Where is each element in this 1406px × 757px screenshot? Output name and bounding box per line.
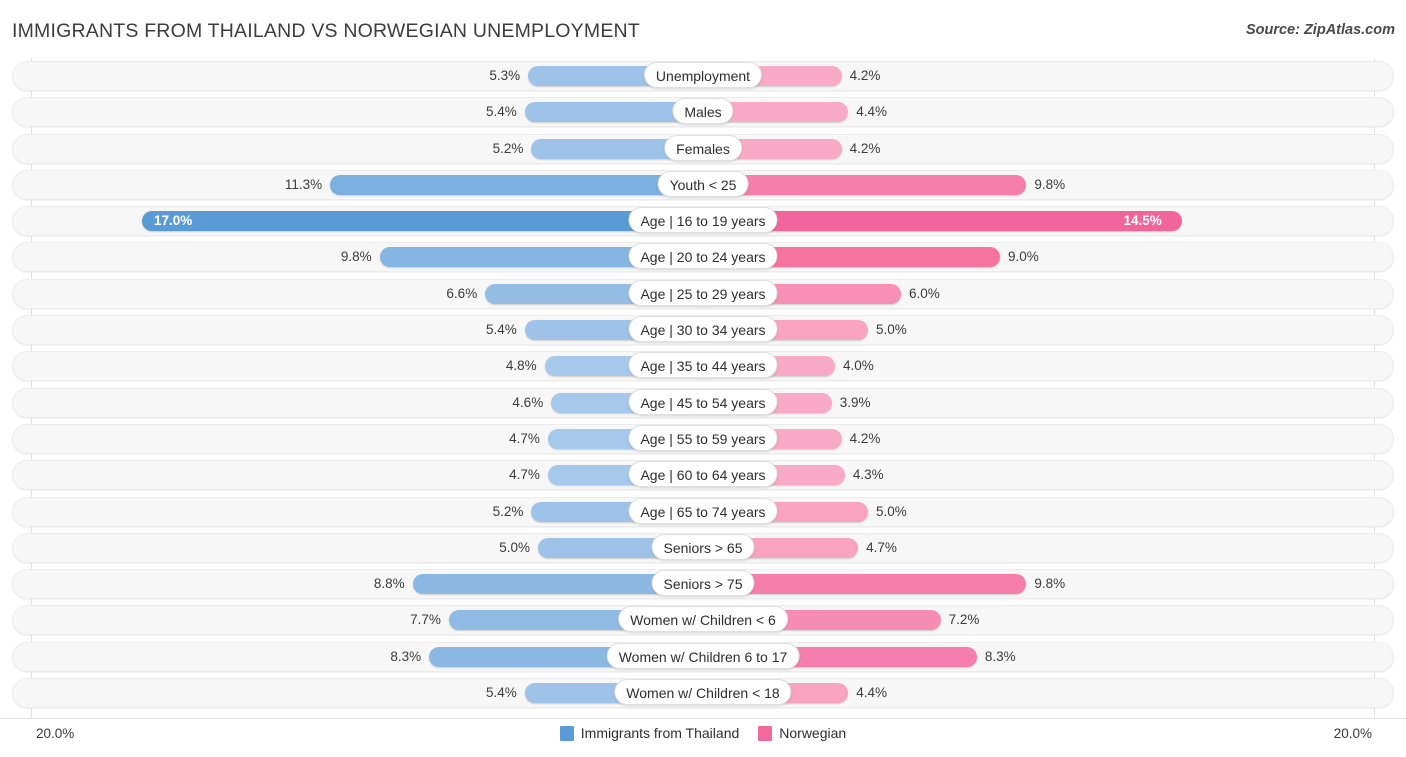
bar-row: 8.8% 9.8% Seniors > 75 bbox=[0, 566, 1406, 602]
bar-left-value: 5.4% bbox=[486, 685, 517, 701]
legend-item[interactable]: Immigrants from Thailand bbox=[559, 725, 740, 741]
row-category-label: Youth < 25 bbox=[657, 170, 749, 197]
bar-right-value: 9.8% bbox=[1034, 576, 1066, 592]
bar-row: 4.6% 3.9% Age | 45 to 54 years bbox=[0, 385, 1406, 421]
bar-left-value: 6.6% bbox=[446, 285, 478, 301]
legend-swatch-icon bbox=[758, 725, 773, 741]
bar-right-value: 9.8% bbox=[1034, 176, 1066, 192]
row-category-label: Age | 30 to 34 years bbox=[628, 316, 778, 343]
bar-left-value: 8.3% bbox=[390, 648, 422, 664]
bar-left[interactable] bbox=[142, 211, 703, 232]
bar-right-value: 4.2% bbox=[849, 68, 881, 83]
row-category-label: Males bbox=[672, 98, 734, 125]
bar-row: 4.7% 4.2% Age | 55 to 59 years bbox=[0, 421, 1406, 457]
bar-rows: 5.3% 4.2% Unemployment 5.4% 4.4% Males 5.2% 4.2… bbox=[0, 58, 1406, 711]
row-category-label: Age | 60 to 64 years bbox=[628, 461, 778, 488]
bar-right-value: 8.3% bbox=[984, 648, 1016, 664]
bar-right-value: 3.9% bbox=[839, 394, 871, 410]
bar-right-value: 7.2% bbox=[948, 612, 980, 628]
bar-right-value: 4.3% bbox=[852, 467, 884, 483]
bar-row: 11.3% 9.8% Youth < 25 bbox=[0, 167, 1406, 203]
axis-max-label: 20.0% bbox=[1333, 726, 1372, 741]
source-attribution: Source: ZipAtlas.com bbox=[1245, 22, 1395, 38]
bar-left-value: 4.6% bbox=[512, 394, 544, 410]
bar-row: 17.0% 14.5% Age | 16 to 19 years bbox=[0, 203, 1406, 239]
legend-swatch-icon bbox=[559, 725, 574, 741]
row-category-label: Women w/ Children < 18 bbox=[614, 679, 792, 706]
bar-right-value: 14.5% bbox=[1123, 213, 1162, 229]
bar-left-value: 5.2% bbox=[492, 140, 524, 156]
chart-footer: 20.0% Immigrants from Thailand Norwegian … bbox=[0, 718, 1406, 757]
bar-left-value: 4.7% bbox=[509, 430, 540, 446]
bar-left-value: 9.8% bbox=[340, 249, 372, 265]
bar-left-value: 4.8% bbox=[505, 358, 537, 374]
bar-left-value: 5.0% bbox=[499, 539, 530, 555]
row-category-label: Women w/ Children 6 to 17 bbox=[606, 642, 800, 669]
bar-right-value: 6.0% bbox=[909, 285, 940, 301]
bar-right-value: 4.7% bbox=[866, 539, 897, 555]
row-category-label: Females bbox=[664, 134, 742, 161]
bar-right-value: 9.0% bbox=[1008, 249, 1039, 265]
plot-area: 5.3% 4.2% Unemployment 5.4% 4.4% Males 5.2% 4.2… bbox=[0, 58, 1406, 718]
bar-row: 5.0% 4.7% Seniors > 65 bbox=[0, 530, 1406, 566]
row-category-label: Age | 35 to 44 years bbox=[628, 352, 778, 379]
bar-row: 5.2% 4.2% Females bbox=[0, 131, 1406, 167]
bar-left-value: 5.4% bbox=[486, 104, 517, 120]
bar-row: 5.4% 4.4% Women w/ Children < 18 bbox=[0, 675, 1406, 711]
row-category-label: Women w/ Children < 6 bbox=[618, 606, 788, 633]
bar-left-value: 4.7% bbox=[509, 467, 540, 483]
chart-page: IMMIGRANTS FROM THAILAND VS NORWEGIAN UN… bbox=[0, 0, 1406, 757]
legend-label: Norwegian bbox=[779, 725, 847, 741]
bar-row: 8.3% 8.3% Women w/ Children 6 to 17 bbox=[0, 639, 1406, 675]
bar-row: 9.8% 9.0% Age | 20 to 24 years bbox=[0, 239, 1406, 275]
row-category-label: Age | 55 to 59 years bbox=[628, 424, 778, 451]
bar-right-value: 4.2% bbox=[849, 140, 881, 156]
bar-row: 4.7% 4.3% Age | 60 to 64 years bbox=[0, 457, 1406, 493]
row-category-label: Age | 20 to 24 years bbox=[628, 243, 778, 270]
bar-row: 4.8% 4.0% Age | 35 to 44 years bbox=[0, 348, 1406, 384]
legend-item[interactable]: Norwegian bbox=[758, 725, 846, 741]
row-category-label: Age | 25 to 29 years bbox=[628, 279, 778, 306]
bar-left-value: 5.4% bbox=[486, 322, 517, 338]
row-category-label: Seniors > 75 bbox=[651, 570, 755, 597]
bar-row: 7.7% 7.2% Women w/ Children < 6 bbox=[0, 602, 1406, 638]
bar-right-value: 5.0% bbox=[876, 322, 907, 338]
bar-left-value: 11.3% bbox=[284, 176, 323, 192]
bar-right-value: 4.2% bbox=[849, 430, 881, 446]
bar-row: 5.4% 5.0% Age | 30 to 34 years bbox=[0, 312, 1406, 348]
bar-row: 5.3% 4.2% Unemployment bbox=[0, 58, 1406, 94]
page-title: IMMIGRANTS FROM THAILAND VS NORWEGIAN UN… bbox=[12, 20, 640, 42]
bar-right-value: 5.0% bbox=[876, 503, 907, 519]
row-category-label: Age | 16 to 19 years bbox=[628, 207, 778, 234]
row-category-label: Age | 65 to 74 years bbox=[628, 497, 778, 524]
chart-header: IMMIGRANTS FROM THAILAND VS NORWEGIAN UN… bbox=[0, 0, 1406, 58]
bar-right-value: 4.4% bbox=[856, 104, 887, 120]
bar-left-value: 17.0% bbox=[154, 213, 193, 229]
bar-row: 6.6% 6.0% Age | 25 to 29 years bbox=[0, 276, 1406, 312]
bar-left-value: 5.2% bbox=[492, 503, 524, 519]
bar-left-value: 5.3% bbox=[489, 68, 521, 83]
bar-row: 5.4% 4.4% Males bbox=[0, 94, 1406, 130]
row-category-label: Seniors > 65 bbox=[651, 533, 755, 560]
bar-row: 5.2% 5.0% Age | 65 to 74 years bbox=[0, 494, 1406, 530]
legend-label: Immigrants from Thailand bbox=[580, 725, 740, 741]
bar-right-value: 4.4% bbox=[856, 685, 887, 701]
bar-right[interactable] bbox=[703, 174, 1027, 195]
bar-left-value: 7.7% bbox=[410, 612, 441, 628]
bar-right-value: 4.0% bbox=[843, 358, 874, 374]
row-category-label: Age | 45 to 54 years bbox=[628, 388, 778, 415]
bar-left[interactable] bbox=[330, 174, 703, 195]
legend: Immigrants from Thailand Norwegian bbox=[0, 725, 1406, 741]
bar-left-value: 8.8% bbox=[373, 576, 405, 592]
row-category-label: Unemployment bbox=[643, 62, 763, 88]
